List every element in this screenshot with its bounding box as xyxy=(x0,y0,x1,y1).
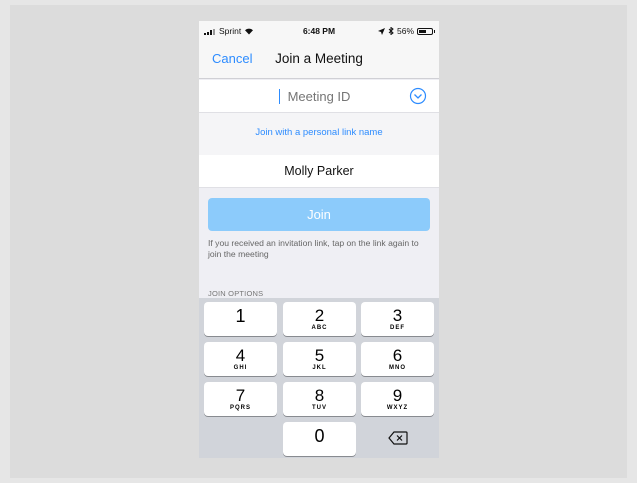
key-letters: JKL xyxy=(312,365,327,371)
key-letters: TUV xyxy=(312,405,327,411)
key-digit: 4 xyxy=(235,346,246,365)
key-digit: 3 xyxy=(392,306,403,325)
battery-fill xyxy=(419,29,426,33)
join-button[interactable]: Join xyxy=(208,198,430,231)
key-digit: 5 xyxy=(314,346,325,365)
nav-bar: Cancel Join a Meeting xyxy=(199,39,439,79)
key-6[interactable]: 6 MNO xyxy=(361,342,434,376)
chevron-circle-down-icon[interactable] xyxy=(409,87,427,105)
name-row xyxy=(199,155,439,188)
key-letters: DEF xyxy=(390,325,405,331)
invitation-hint: If you received an invitation link, tap … xyxy=(208,238,419,259)
phone-screen: Sprint 6:48 PM 56% Cancel Join a Meeting xyxy=(199,21,439,458)
key-letters: GHI xyxy=(233,365,248,371)
key-letters: MNO xyxy=(389,365,406,371)
page-title: Join a Meeting xyxy=(275,51,363,66)
battery-icon xyxy=(417,27,435,35)
key-digit: 9 xyxy=(392,386,403,405)
personal-link-button[interactable]: Join with a personal link name xyxy=(199,127,439,138)
key-9[interactable]: 9 WXYZ xyxy=(361,382,434,416)
delete-key[interactable] xyxy=(361,422,434,456)
meeting-id-input[interactable] xyxy=(219,86,419,106)
key-1[interactable]: 1 xyxy=(204,302,277,336)
numeric-keypad: 1 2 ABC 3 DEF 4 GHI 5 JKL 6 MNO 7 PQRS 8… xyxy=(199,298,439,458)
key-5[interactable]: 5 JKL xyxy=(283,342,356,376)
key-letters: ABC xyxy=(311,325,328,331)
key-8[interactable]: 8 TUV xyxy=(283,382,356,416)
personal-link-row: Join with a personal link name xyxy=(199,113,439,155)
key-0[interactable]: 0 xyxy=(283,422,356,456)
key-7[interactable]: 7 PQRS xyxy=(204,382,277,416)
key-digit: 8 xyxy=(314,386,325,405)
text-cursor xyxy=(279,89,280,104)
key-digit: 7 xyxy=(235,386,246,405)
key-digit: 6 xyxy=(392,346,403,365)
key-2[interactable]: 2 ABC xyxy=(283,302,356,336)
status-right: 56% xyxy=(377,26,435,36)
key-digit: 0 xyxy=(314,426,325,446)
key-digit: 2 xyxy=(314,306,325,325)
status-bar: Sprint 6:48 PM 56% xyxy=(199,21,439,39)
location-arrow-icon xyxy=(377,27,385,35)
backspace-icon xyxy=(387,431,408,445)
meeting-id-row xyxy=(199,80,439,113)
bluetooth-icon xyxy=(388,27,394,35)
key-4[interactable]: 4 GHI xyxy=(204,342,277,376)
key-letters: PQRS xyxy=(229,405,251,411)
key-digit: 1 xyxy=(235,306,246,326)
key-letters: WXYZ xyxy=(386,405,409,411)
join-options-label: JOIN OPTIONS xyxy=(208,289,264,298)
key-3[interactable]: 3 DEF xyxy=(361,302,434,336)
name-input[interactable] xyxy=(219,162,419,180)
battery-percent: 56% xyxy=(396,26,414,36)
